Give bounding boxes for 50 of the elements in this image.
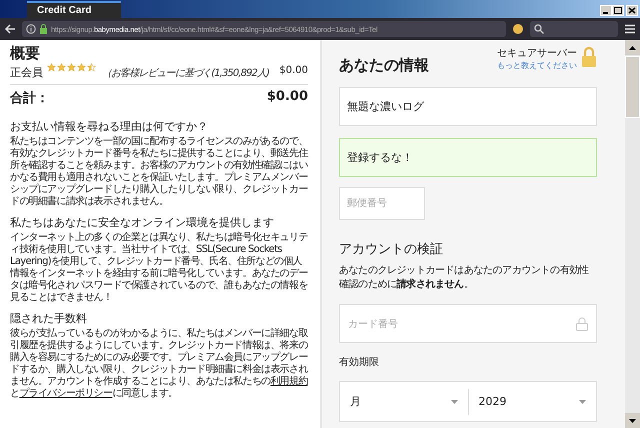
verify-note: あなたのクレジットカードはあなたのアカウントの有効性確認のために請求されません。	[339, 264, 590, 292]
text-field[interactable]: 登録するな！	[339, 138, 597, 177]
padlock-icon	[576, 316, 588, 330]
close-icon[interactable]	[626, 5, 638, 16]
star-icon	[77, 63, 86, 72]
info-title: あなたの情報	[339, 56, 429, 75]
learn-more-link[interactable]: もっと教えてください	[497, 60, 577, 72]
section-paragraph: 私たちはコンテンツを一部の国に配布するライセンスのみがあるので、有効なクレジットカード番号を私たちに提供することにより、郵送先住所を確認することを頼みます。お客様のアカウントの有効性確認にはいかなる費用も適用されないことを保証いたします。プレミアムメンバーシップにアップグレードしたり購入したりしない限り、クレジットカードの明細書に請求は表示されません。	[10, 136, 308, 208]
caret-icon	[450, 400, 458, 404]
padlock-icon	[581, 46, 597, 68]
info-icon	[26, 24, 36, 34]
section-heading: 私たちはあなたに安全なオンライン環境を提供します	[10, 215, 275, 230]
star-icon	[87, 63, 96, 72]
minimize-icon[interactable]	[600, 5, 612, 16]
star-icon	[57, 63, 66, 72]
scrollbar-thumb[interactable]	[625, 56, 640, 118]
back-arrow-icon[interactable]	[4, 24, 16, 34]
section-paragraph: 彼らが支払っているものがわかるように、私たちはメンバーに詳細な取引履歴を提供するようにしています。クレジットカード情報は、将来の購入を容易にするためにのみ必要です。プレミアム会員にアップグレードするか、購入しない限り、クレジットカード明細書に料金は表示されません。アカウントを作成することにより、あなたは私たちの利用規約 とプライバシーポリシーに同意します。	[10, 328, 308, 400]
star-icon	[67, 63, 76, 72]
policy-link[interactable]: 利用規約	[270, 376, 308, 387]
menu-icon[interactable]	[624, 24, 636, 34]
text-field[interactable]: 無題な濃いログ	[339, 87, 597, 126]
star-icon	[47, 63, 56, 72]
scroll-down-button[interactable]	[625, 413, 640, 428]
month-select[interactable]: 月	[340, 388, 468, 414]
extension-icon[interactable]	[512, 23, 524, 35]
caret-icon	[629, 418, 636, 422]
total-amount: $0.00	[266, 89, 308, 106]
section-heading: 隠された手数料	[10, 311, 88, 326]
year-select[interactable]: 2029	[468, 388, 596, 414]
padlock-icon	[39, 24, 48, 34]
caret-icon	[579, 400, 586, 404]
section-heading: お支払い情報を尋ねる理由は何ですか？	[10, 119, 209, 134]
verify-title: アカウントの検証	[339, 241, 444, 258]
expiry-label: 有効期限	[339, 356, 380, 369]
search-icon	[534, 24, 544, 34]
caret-icon	[629, 46, 636, 50]
browser-tab[interactable]: Credit Card	[27, 1, 122, 18]
summary-title: 概要	[10, 44, 41, 63]
total-label: 合計：	[10, 90, 49, 107]
maximize-icon[interactable]	[612, 5, 624, 16]
postal-code-field[interactable]: 郵便番号	[339, 187, 425, 220]
search-field[interactable]	[530, 21, 618, 37]
plan-price: $0.00	[279, 65, 308, 76]
policy-link[interactable]: プライバシーポリシー	[19, 388, 112, 399]
review-note: （お客様レビューに基づく(1,350,892人)	[102, 66, 270, 80]
plan-name: 正会員	[10, 65, 43, 80]
scroll-up-button[interactable]	[625, 40, 640, 55]
secure-server-label: セキュアサーバー	[497, 47, 577, 60]
section-paragraph: インターネット上の多くの企業とは異なり、私たちは暗号化セキュリティ技術を使用しています。当社サイトでは、SSL(Secure Sockets Layering)を使用して、クレジットカード番号、氏名、住所などの個人情報をインターネットを経由する前に暗号化しています。あなたのデータは暗号化されパスワードで保護されているので、誰もあなたの情報を見ることはできません！	[10, 232, 308, 304]
